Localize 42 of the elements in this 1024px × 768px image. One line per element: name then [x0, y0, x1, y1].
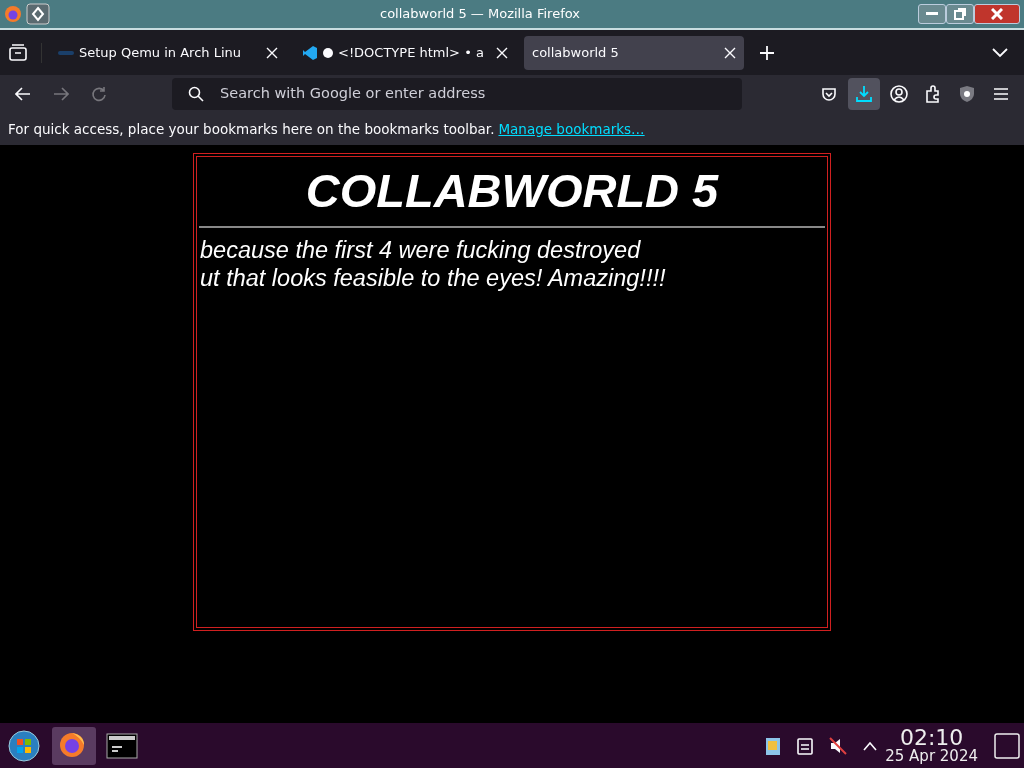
shield-icon [959, 85, 975, 103]
window-title: collabworld 5 — Mozilla Firefox [380, 5, 581, 24]
tab-close-icon[interactable] [724, 46, 736, 59]
minimize-button[interactable] [918, 4, 946, 24]
browser-task-button[interactable] [52, 726, 96, 765]
new-tab-icon[interactable] [760, 46, 774, 60]
browser-tab[interactable]: Setup Qemu in Arch Linu [50, 35, 286, 70]
clock-time[interactable]: 02:10 [885, 727, 978, 749]
download-icon [855, 85, 873, 103]
browser-tab[interactable]: <!DOCTYPE html> • a [294, 35, 516, 70]
menu-icon [993, 87, 1009, 101]
pocket-icon [821, 86, 837, 102]
tab-close-icon[interactable] [266, 46, 278, 59]
page-text: because the first 4 were fucking destroyed [199, 236, 642, 264]
chevron-down-icon[interactable] [992, 48, 1008, 58]
tray-expand-icon[interactable] [863, 740, 878, 751]
tab-close-icon[interactable] [496, 46, 508, 59]
start-button[interactable] [8, 729, 40, 762]
puzzle-piece-icon [924, 85, 942, 103]
close-button[interactable] [974, 4, 1020, 24]
restore-icon [954, 8, 966, 20]
muted-speaker-icon[interactable] [829, 736, 848, 755]
browser-tab[interactable]: collabworld 5 [524, 35, 744, 70]
page-text: ut that looks feasible to the eyes! Amazing!!!! [199, 264, 667, 292]
bookmarks-hint: For quick access, place your bookmarks here on the bookmarks toolbar. [8, 119, 495, 139]
page-heading: COLLABWORLD 5 [304, 163, 720, 214]
terminal-icon [106, 730, 138, 761]
reload-icon [91, 86, 107, 102]
clock-date: 25 Apr 2024 [885, 749, 978, 764]
downloads-button[interactable] [848, 78, 880, 110]
back-arrow-icon [15, 87, 31, 101]
address-bar[interactable]: Search with Google or enter address [172, 78, 742, 110]
restore-button[interactable] [946, 4, 974, 24]
account-icon [890, 85, 908, 103]
close-icon [991, 8, 1003, 20]
manage-bookmarks-link[interactable]: Manage bookmarks… [498, 118, 645, 140]
forward-arrow-icon [53, 87, 69, 101]
show-desktop-button[interactable] [994, 732, 1020, 759]
minimize-icon [926, 12, 938, 16]
clipboard-icon[interactable] [797, 736, 814, 755]
tab-list-icon[interactable] [8, 42, 28, 63]
search-icon [188, 86, 204, 102]
